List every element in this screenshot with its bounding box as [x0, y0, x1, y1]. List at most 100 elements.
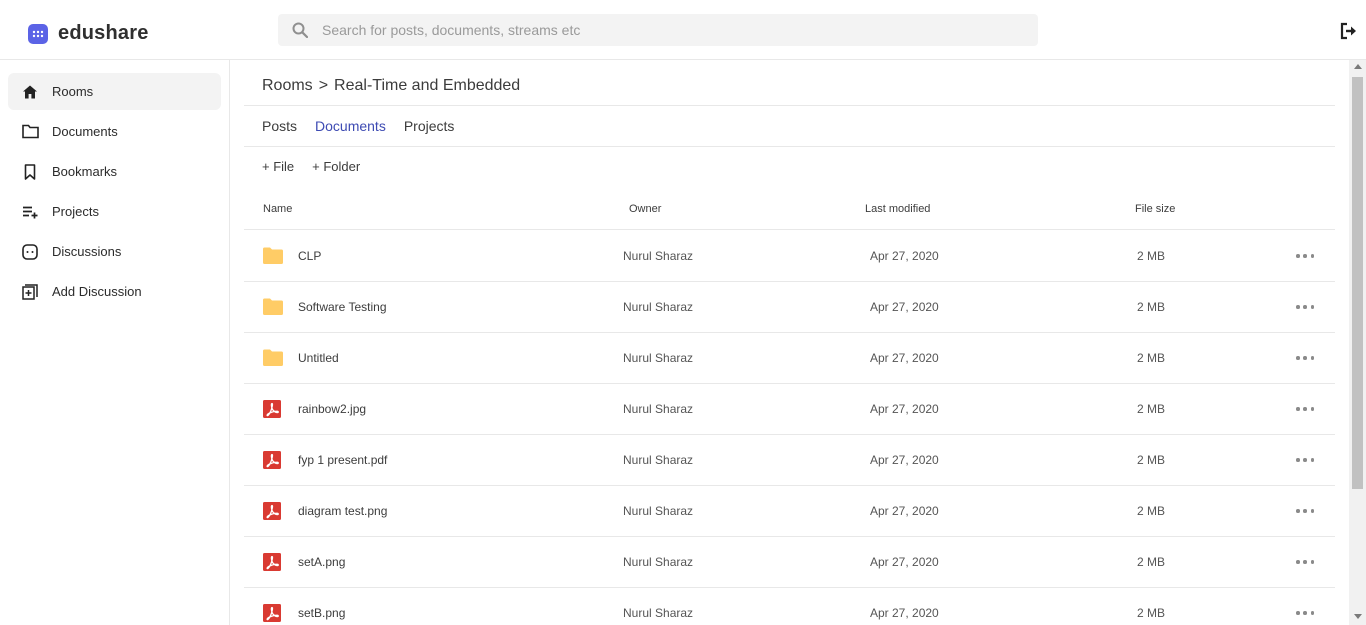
- home-icon: [21, 83, 39, 101]
- more-options-icon[interactable]: [1296, 605, 1314, 621]
- grid-dots-icon: [28, 23, 48, 44]
- more-options-icon[interactable]: [1296, 452, 1314, 468]
- pdf-file-icon: [263, 400, 283, 418]
- sidebar-item-label: Projects: [52, 204, 99, 219]
- column-header-last-modified[interactable]: Last modified: [865, 203, 930, 215]
- file-name[interactable]: Untitled: [298, 351, 339, 365]
- divider: [244, 146, 1335, 147]
- file-owner: Nurul Sharaz: [623, 249, 694, 263]
- file-owner: Nurul Sharaz: [623, 300, 694, 314]
- table-row[interactable]: fyp 1 present.pdf Nurul Sharaz Apr 27, 202…: [244, 435, 1335, 486]
- sidebar: Rooms Documents Bookmarks Projects Discu…: [0, 60, 230, 625]
- breadcrumb: Rooms > Real-Time and Embedded: [262, 77, 526, 95]
- sidebar-item-bookmarks[interactable]: Bookmarks: [8, 153, 221, 190]
- sidebar-item-documents[interactable]: Documents: [8, 113, 221, 150]
- column-header-name[interactable]: Name: [263, 203, 292, 215]
- sidebar-item-rooms[interactable]: Rooms: [8, 73, 221, 110]
- file-name[interactable]: diagram test.png: [298, 504, 387, 518]
- divider: [244, 105, 1335, 106]
- folder-icon: [263, 247, 283, 265]
- file-size: 2 MB: [1137, 504, 1166, 518]
- tab-bar: Posts Documents Projects: [262, 118, 472, 134]
- tab-projects[interactable]: Projects: [404, 118, 455, 134]
- file-last-modified: Apr 27, 2020: [870, 402, 939, 416]
- app-name: edushare: [58, 22, 149, 44]
- table-row[interactable]: diagram test.png Nurul Sharaz Apr 27, 2020…: [244, 486, 1335, 537]
- table-row[interactable]: Software Testing Nurul Sharaz Apr 27, 2020…: [244, 282, 1335, 333]
- scroll-down-arrow-icon[interactable]: [1354, 614, 1362, 619]
- file-name[interactable]: fyp 1 present.pdf: [298, 453, 387, 467]
- search-input[interactable]: [322, 22, 1002, 38]
- pdf-file-icon: [263, 553, 283, 571]
- sidebar-item-projects[interactable]: Projects: [8, 193, 221, 230]
- file-last-modified: Apr 27, 2020: [870, 504, 939, 518]
- file-name[interactable]: Software Testing: [298, 300, 387, 314]
- file-name[interactable]: setB.png: [298, 606, 345, 620]
- file-last-modified: Apr 27, 2020: [870, 606, 939, 620]
- table-row[interactable]: setB.png Nurul Sharaz Apr 27, 2020 2 MB: [244, 588, 1335, 625]
- logout-icon[interactable]: [1340, 22, 1358, 40]
- sidebar-item-discussions[interactable]: Discussions: [8, 233, 221, 270]
- file-owner: Nurul Sharaz: [623, 606, 694, 620]
- top-bar: edushare: [0, 0, 1366, 60]
- file-size: 2 MB: [1137, 453, 1166, 467]
- sidebar-item-add-discussion[interactable]: Add Discussion: [8, 273, 221, 310]
- more-options-icon[interactable]: [1296, 299, 1314, 315]
- more-options-icon[interactable]: [1296, 401, 1314, 417]
- breadcrumb-current: Real-Time and Embedded: [334, 77, 521, 94]
- file-owner: Nurul Sharaz: [623, 504, 694, 518]
- folder-icon: [263, 298, 283, 316]
- sidebar-item-label: Discussions: [52, 244, 122, 259]
- file-size: 2 MB: [1137, 249, 1166, 263]
- file-owner: Nurul Sharaz: [623, 453, 694, 467]
- file-size: 2 MB: [1137, 300, 1166, 314]
- pdf-file-icon: [263, 451, 283, 469]
- breadcrumb-root[interactable]: Rooms: [262, 77, 313, 94]
- action-bar: + File + Folder: [262, 159, 378, 174]
- file-size: 2 MB: [1137, 606, 1166, 620]
- playlist-add-icon: [21, 203, 39, 221]
- more-options-icon[interactable]: [1296, 248, 1314, 264]
- table-row[interactable]: rainbow2.jpg Nurul Sharaz Apr 27, 2020 2 MB: [244, 384, 1335, 435]
- file-last-modified: Apr 27, 2020: [870, 300, 939, 314]
- add-file-button[interactable]: + File: [262, 159, 294, 174]
- chat-icon: [21, 243, 39, 261]
- search-icon: [292, 21, 310, 39]
- file-last-modified: Apr 27, 2020: [870, 555, 939, 569]
- pdf-file-icon: [263, 502, 283, 520]
- scrollbar-thumb[interactable]: [1352, 77, 1363, 489]
- breadcrumb-separator: >: [318, 77, 329, 94]
- column-header-owner[interactable]: Owner: [629, 203, 661, 215]
- file-owner: Nurul Sharaz: [623, 555, 694, 569]
- scroll-up-arrow-icon[interactable]: [1354, 64, 1362, 69]
- more-options-icon[interactable]: [1296, 554, 1314, 570]
- search-bar[interactable]: [278, 14, 1038, 46]
- add-box-icon: [21, 283, 39, 301]
- table-row[interactable]: setA.png Nurul Sharaz Apr 27, 2020 2 MB: [244, 537, 1335, 588]
- file-owner: Nurul Sharaz: [623, 351, 694, 365]
- column-header-file-size[interactable]: File size: [1135, 203, 1175, 215]
- tab-posts[interactable]: Posts: [262, 118, 297, 134]
- file-size: 2 MB: [1137, 555, 1166, 569]
- more-options-icon[interactable]: [1296, 503, 1314, 519]
- file-owner: Nurul Sharaz: [623, 402, 694, 416]
- table-row[interactable]: CLP Nurul Sharaz Apr 27, 2020 2 MB: [244, 231, 1335, 282]
- main-content: Rooms > Real-Time and Embedded Posts Docum…: [244, 60, 1335, 625]
- file-size: 2 MB: [1137, 402, 1166, 416]
- tab-documents[interactable]: Documents: [315, 118, 386, 134]
- sidebar-item-label: Add Discussion: [52, 284, 142, 299]
- sidebar-item-label: Rooms: [52, 84, 94, 99]
- file-last-modified: Apr 27, 2020: [870, 453, 939, 467]
- file-last-modified: Apr 27, 2020: [870, 351, 939, 365]
- folder-icon: [21, 123, 39, 141]
- add-folder-button[interactable]: + Folder: [312, 159, 360, 174]
- file-size: 2 MB: [1137, 351, 1166, 365]
- table-row[interactable]: Untitled Nurul Sharaz Apr 27, 2020 2 MB: [244, 333, 1335, 384]
- bookmark-icon: [21, 163, 39, 181]
- file-name[interactable]: setA.png: [298, 555, 345, 569]
- file-name[interactable]: CLP: [298, 249, 321, 263]
- more-options-icon[interactable]: [1296, 350, 1314, 366]
- table-header: Name Owner Last modified File size: [244, 200, 1335, 230]
- app-logo[interactable]: edushare: [28, 22, 149, 45]
- file-name[interactable]: rainbow2.jpg: [298, 402, 366, 416]
